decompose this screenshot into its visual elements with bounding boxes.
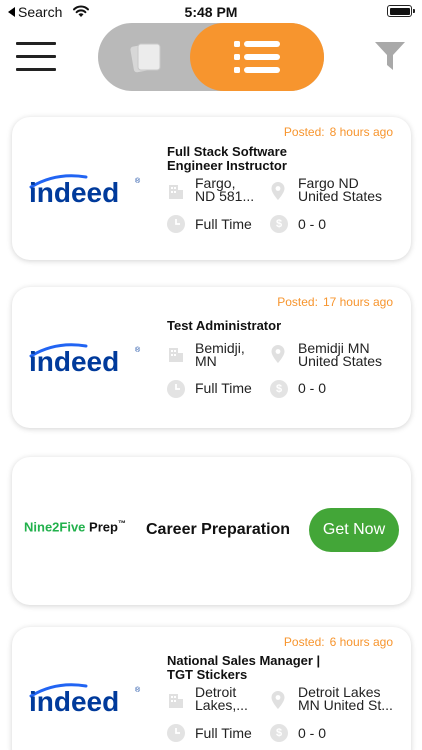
job-location: Fargo ND United States: [298, 175, 383, 204]
job-salary: 0 - 0: [298, 216, 327, 232]
job-salary: 0 - 0: [298, 725, 327, 741]
job-type: Full Time: [195, 380, 252, 396]
indeed-logo: indeed ®: [29, 683, 141, 717]
promo-card[interactable]: Nine2Five Prep™ Career Preparation Get N…: [12, 457, 411, 605]
posted-age: 17 hours ago: [322, 295, 393, 309]
location-pin-icon: [271, 691, 285, 709]
posted-label: Posted:: [283, 635, 325, 649]
funnel-filter-icon[interactable]: [374, 41, 406, 71]
svg-text:indeed: indeed: [29, 686, 119, 717]
svg-text:®: ®: [135, 177, 141, 185]
job-card[interactable]: Posted: 8 hours ago indeed ® Full Stack S…: [12, 117, 411, 260]
list-view-button[interactable]: [190, 23, 324, 91]
posted-age: 8 hours ago: [329, 125, 393, 139]
hamburger-menu-icon[interactable]: [16, 40, 56, 72]
indeed-logo: indeed ®: [29, 343, 141, 377]
job-type: Full Time: [195, 216, 252, 232]
svg-text:indeed: indeed: [29, 346, 119, 377]
card-view-button[interactable]: [98, 23, 194, 91]
building-icon: [169, 348, 183, 362]
svg-text:indeed: indeed: [29, 177, 119, 208]
building-icon: [169, 694, 183, 708]
clock-icon: [167, 724, 185, 742]
job-address: Fargo, ND 581...: [195, 175, 255, 204]
dollar-icon: $: [270, 380, 288, 398]
job-type: Full Time: [195, 725, 252, 741]
get-now-button[interactable]: Get Now: [309, 508, 399, 552]
job-card[interactable]: Posted: 6 hours ago indeed ® National Sal…: [12, 627, 411, 750]
posted-age: 6 hours ago: [329, 635, 393, 649]
dollar-icon: $: [270, 215, 288, 233]
svg-text:®: ®: [135, 346, 141, 354]
job-title: National Sales Manager | TGT Stickers: [167, 653, 321, 682]
promo-text: Career Preparation: [146, 521, 291, 538]
list-icon: [234, 41, 280, 73]
nine2five-prep-logo: Nine2Five Prep™: [24, 519, 126, 535]
cards-icon: [130, 43, 161, 73]
view-toggle: [98, 23, 324, 91]
building-icon: [169, 185, 183, 199]
location-pin-icon: [271, 182, 285, 200]
job-address: Detroit Lakes,...: [195, 684, 248, 713]
clock-icon: [167, 380, 185, 398]
job-title: Test Administrator: [167, 318, 282, 333]
posted-info: Posted: 17 hours ago: [277, 295, 393, 309]
dollar-icon: $: [270, 724, 288, 742]
job-address: Bemidji, MN: [195, 340, 245, 369]
status-time: 5:48 PM: [184, 4, 238, 20]
posted-label: Posted:: [283, 125, 325, 139]
posted-label: Posted:: [277, 295, 318, 309]
job-title: Full Stack Software Engineer Instructor: [167, 144, 287, 173]
svg-text:®: ®: [135, 686, 141, 694]
battery-icon: [387, 5, 415, 17]
posted-info: Posted: 8 hours ago: [284, 125, 393, 139]
job-card[interactable]: Posted: 17 hours ago indeed ® Test Admini…: [12, 287, 411, 428]
location-pin-icon: [271, 345, 285, 363]
clock-icon: [167, 215, 185, 233]
job-salary: 0 - 0: [298, 380, 327, 396]
posted-info: Posted: 6 hours ago: [284, 635, 393, 649]
status-bar: Search 5:48 PM: [0, 0, 422, 24]
job-location: Bemidji MN United States: [298, 340, 383, 369]
job-location: Detroit Lakes MN United St...: [298, 684, 393, 713]
indeed-logo: indeed ®: [29, 174, 141, 208]
